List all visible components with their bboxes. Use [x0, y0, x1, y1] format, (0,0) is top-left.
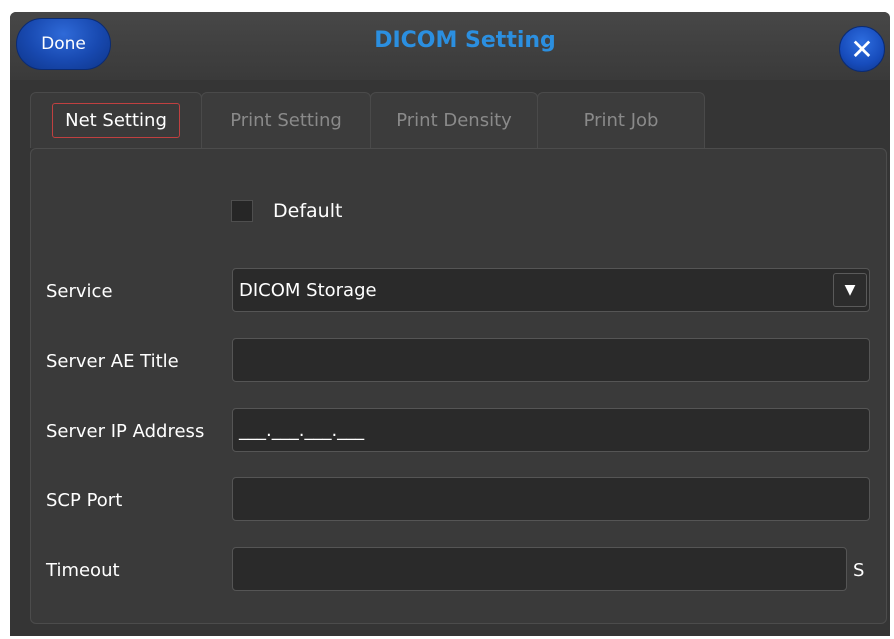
server-ip-address-input[interactable]: ___.___.___.___ — [232, 408, 870, 452]
tab-net-setting[interactable]: Net Setting — [30, 92, 202, 148]
service-label: Service — [46, 281, 113, 302]
default-checkbox-label: Default — [273, 200, 343, 222]
dialog-title: DICOM Setting — [374, 28, 556, 53]
title-bar: Done DICOM Setting ✕ — [10, 12, 890, 80]
tab-print-job[interactable]: Print Job — [537, 92, 705, 148]
default-checkbox[interactable] — [231, 200, 253, 222]
tab-label: Print Density — [396, 110, 512, 131]
tab-label: Print Setting — [230, 110, 342, 131]
scp-port-label: SCP Port — [46, 490, 123, 511]
scp-port-input[interactable] — [232, 477, 870, 521]
net-setting-panel: Default Service DICOM Storage ▼ Server A… — [30, 148, 887, 624]
tab-print-setting[interactable]: Print Setting — [201, 92, 371, 148]
close-button[interactable]: ✕ — [839, 26, 885, 72]
tab-label: Print Job — [583, 110, 659, 131]
close-icon: ✕ — [850, 32, 874, 66]
server-ip-address-label: Server IP Address — [46, 421, 205, 442]
server-ae-title-label: Server AE Title — [46, 351, 179, 372]
server-ae-title-input[interactable] — [232, 338, 870, 382]
tab-print-density[interactable]: Print Density — [370, 92, 538, 148]
service-value: DICOM Storage — [239, 279, 377, 301]
tab-label: Net Setting — [52, 103, 180, 138]
default-checkbox-row: Default — [231, 197, 342, 225]
dicom-setting-dialog: Done DICOM Setting ✕ Net Setting Print S… — [10, 12, 890, 636]
timeout-unit: S — [853, 560, 865, 581]
triangle-down-icon[interactable]: ▼ — [833, 273, 867, 307]
timeout-input[interactable] — [232, 547, 847, 591]
service-select[interactable]: DICOM Storage ▼ — [232, 268, 870, 312]
done-button[interactable]: Done — [16, 18, 111, 70]
timeout-label: Timeout — [46, 560, 120, 581]
